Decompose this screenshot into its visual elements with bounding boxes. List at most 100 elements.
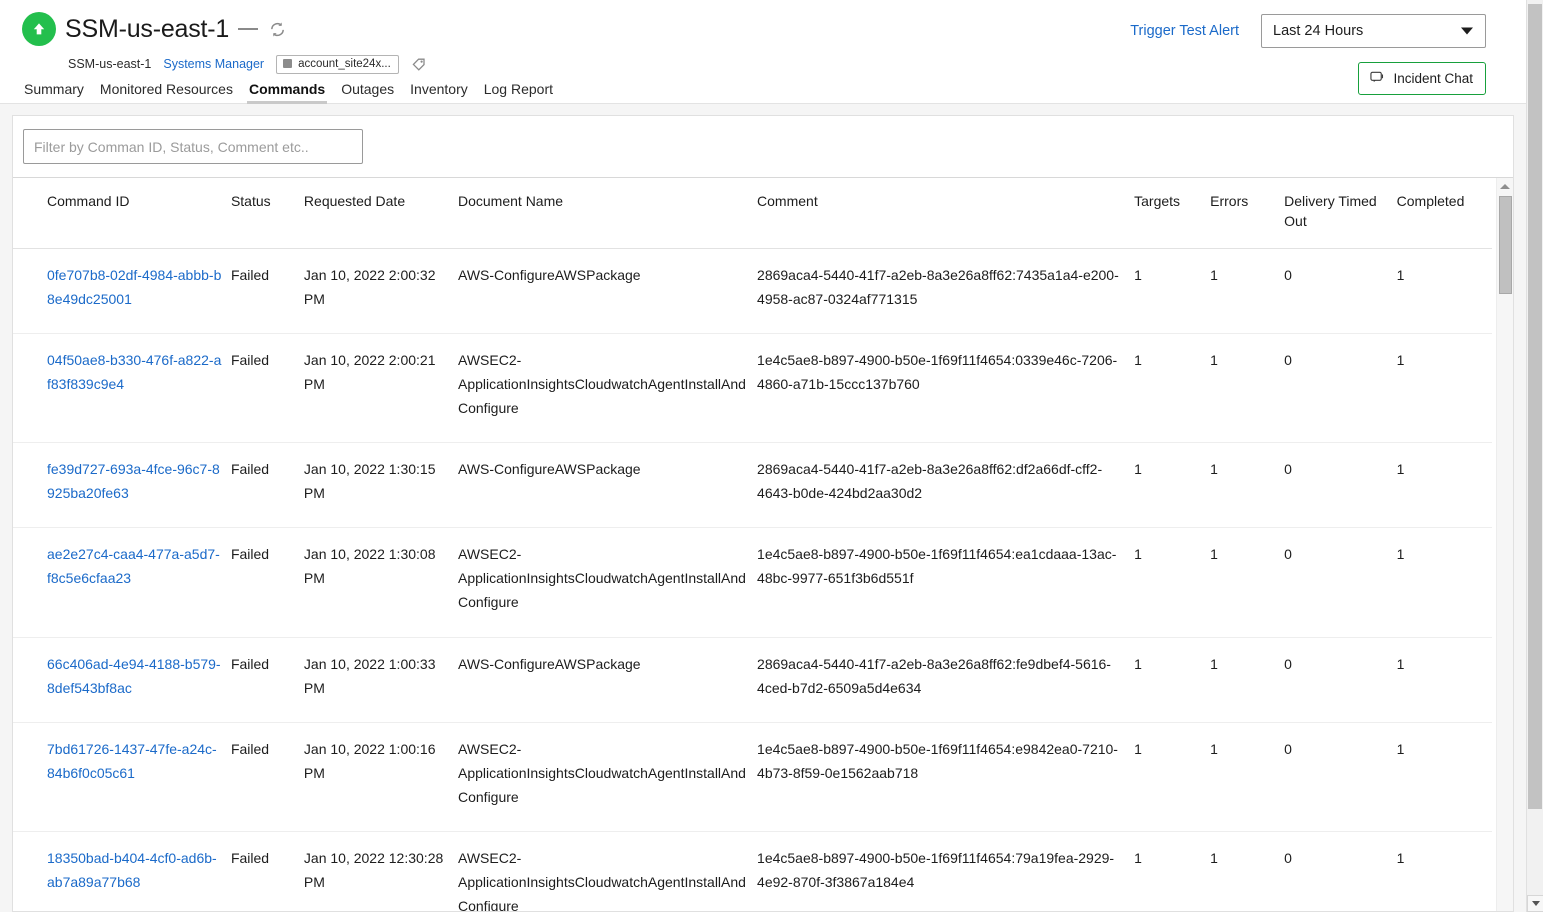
tab-outages[interactable]: Outages bbox=[333, 82, 402, 103]
hamburger-menu-icon[interactable] bbox=[238, 19, 258, 39]
filter-input[interactable] bbox=[23, 129, 363, 164]
command-id-link[interactable]: 0fe707b8-02df-4984-abbb-b8e49dc25001 bbox=[47, 267, 221, 307]
header-left-group: SSM-us-east-1 SSM-us-east-1 bbox=[22, 10, 427, 75]
browser-scrollbar[interactable] bbox=[1526, 0, 1543, 912]
column-header-document-name[interactable]: Document Name bbox=[458, 178, 757, 248]
cell-status: Failed bbox=[231, 722, 304, 831]
time-range-select[interactable]: Last 24 Hours bbox=[1261, 14, 1486, 48]
account-square-icon bbox=[283, 59, 292, 68]
cell-requested-date: Jan 10, 2022 1:00:16 PM bbox=[304, 722, 458, 831]
cell-requested-date: Jan 10, 2022 2:00:21 PM bbox=[304, 333, 458, 442]
breadcrumb: SSM-us-east-1 Systems Manager account_si… bbox=[22, 53, 427, 75]
tag-icon[interactable] bbox=[411, 56, 427, 72]
cell-document-name: AWS-ConfigureAWSPackage bbox=[458, 248, 757, 333]
command-id-link[interactable]: 7bd61726-1437-47fe-a24c-84b6f0c05c61 bbox=[47, 741, 217, 781]
cell-document-name: AWSEC2-ApplicationInsightsCloudwatchAgen… bbox=[458, 722, 757, 831]
incident-chat-button[interactable]: Incident Chat bbox=[1358, 62, 1486, 95]
cell-command-id: fe39d727-693a-4fce-96c7-8925ba20fe63 bbox=[13, 443, 231, 528]
cell-errors: 1 bbox=[1210, 722, 1284, 831]
cell-command-id: 7bd61726-1437-47fe-a24c-84b6f0c05c61 bbox=[13, 722, 231, 831]
page-title: SSM-us-east-1 bbox=[65, 15, 229, 44]
page-header: SSM-us-east-1 SSM-us-east-1 bbox=[0, 0, 1526, 104]
app-viewport: SSM-us-east-1 SSM-us-east-1 bbox=[0, 0, 1543, 912]
column-header-errors[interactable]: Errors bbox=[1210, 178, 1284, 248]
cell-command-id: 66c406ad-4e94-4188-b579-8def543bf8ac bbox=[13, 637, 231, 722]
chevron-down-icon bbox=[1461, 28, 1473, 35]
cell-status: Failed bbox=[231, 831, 304, 912]
cell-targets: 1 bbox=[1134, 831, 1210, 912]
command-id-link[interactable]: ae2e27c4-caa4-477a-a5d7-f8c5e6cfaa23 bbox=[47, 546, 220, 586]
column-header-requested-date[interactable]: Requested Date bbox=[304, 178, 458, 248]
account-chip-label: account_site24x... bbox=[298, 58, 391, 70]
command-id-link[interactable]: fe39d727-693a-4fce-96c7-8925ba20fe63 bbox=[47, 461, 220, 501]
tab-monitored-resources[interactable]: Monitored Resources bbox=[92, 82, 241, 103]
table-row[interactable]: 0fe707b8-02df-4984-abbb-b8e49dc25001Fail… bbox=[13, 248, 1492, 333]
table-row[interactable]: 18350bad-b404-4cf0-ad6b-ab7a89a77b68 Fail… bbox=[13, 831, 1492, 912]
tab-log-report[interactable]: Log Report bbox=[476, 82, 561, 103]
scroll-up-arrow-icon[interactable] bbox=[1497, 178, 1513, 194]
column-header-targets[interactable]: Targets bbox=[1134, 178, 1210, 248]
table-scrollbar[interactable] bbox=[1496, 178, 1513, 912]
cell-errors: 1 bbox=[1210, 443, 1284, 528]
column-header-delivery-timed-out[interactable]: Delivery Timed Out bbox=[1284, 178, 1397, 248]
command-id-link[interactable]: 18350bad-b404-4cf0-ad6b-ab7a89a77b68 bbox=[47, 850, 217, 890]
systems-manager-link[interactable]: Systems Manager bbox=[163, 57, 264, 71]
scroll-down-arrow-icon[interactable] bbox=[1527, 895, 1543, 912]
cell-delivery-timed-out: 0 bbox=[1284, 637, 1397, 722]
command-id-link[interactable]: 66c406ad-4e94-4188-b579-8def543bf8ac bbox=[47, 656, 221, 696]
cell-comment: 1e4c5ae8-b897-4900-b50e-1f69f11f4654:ea1… bbox=[757, 528, 1134, 637]
column-header-command-id[interactable]: Command ID bbox=[13, 178, 231, 248]
up-arrow-circle-icon bbox=[22, 12, 56, 46]
cell-comment: 1e4c5ae8-b897-4900-b50e-1f69f11f4654:033… bbox=[757, 333, 1134, 442]
table-row[interactable]: 66c406ad-4e94-4188-b579-8def543bf8acFail… bbox=[13, 637, 1492, 722]
cell-targets: 1 bbox=[1134, 333, 1210, 442]
cell-status: Failed bbox=[231, 333, 304, 442]
tab-inventory[interactable]: Inventory bbox=[402, 82, 476, 103]
cell-comment: 2869aca4-5440-41f7-a2eb-8a3e26a8ff62:fe9… bbox=[757, 637, 1134, 722]
tab-commands[interactable]: Commands bbox=[241, 82, 333, 103]
cell-status: Failed bbox=[231, 443, 304, 528]
title-row: SSM-us-east-1 bbox=[22, 10, 427, 48]
cell-command-id: 18350bad-b404-4cf0-ad6b-ab7a89a77b68 bbox=[13, 831, 231, 912]
cell-requested-date: Jan 10, 2022 1:30:08 PM bbox=[304, 528, 458, 637]
cell-comment: 2869aca4-5440-41f7-a2eb-8a3e26a8ff62:df2… bbox=[757, 443, 1134, 528]
cell-delivery-timed-out: 0 bbox=[1284, 831, 1397, 912]
table-row[interactable]: ae2e27c4-caa4-477a-a5d7-f8c5e6cfaa23Fail… bbox=[13, 528, 1492, 637]
table-scrollbar-thumb[interactable] bbox=[1499, 196, 1512, 294]
column-header-completed[interactable]: Completed bbox=[1397, 178, 1492, 248]
cell-targets: 1 bbox=[1134, 248, 1210, 333]
column-header-comment[interactable]: Comment bbox=[757, 178, 1134, 248]
browser-scrollbar-thumb[interactable] bbox=[1528, 4, 1542, 809]
filter-bar bbox=[13, 116, 1513, 178]
cell-completed: 1 bbox=[1397, 248, 1492, 333]
cell-document-name: AWS-ConfigureAWSPackage bbox=[458, 637, 757, 722]
cell-delivery-timed-out: 0 bbox=[1284, 248, 1397, 333]
cell-targets: 1 bbox=[1134, 722, 1210, 831]
refresh-icon[interactable] bbox=[267, 19, 287, 39]
command-id-link[interactable]: 04f50ae8-b330-476f-a822-af83f839c9e4 bbox=[47, 352, 221, 392]
table-row[interactable]: 7bd61726-1437-47fe-a24c-84b6f0c05c61 Fail… bbox=[13, 722, 1492, 831]
column-header-status[interactable]: Status bbox=[231, 178, 304, 248]
header-actions-row: Trigger Test Alert Last 24 Hours bbox=[1130, 14, 1486, 48]
time-range-value: Last 24 Hours bbox=[1273, 23, 1363, 39]
content-area: Command ID Status Requested Date Documen… bbox=[0, 104, 1526, 912]
chat-bubble-icon bbox=[1370, 70, 1385, 87]
cell-comment: 1e4c5ae8-b897-4900-b50e-1f69f11f4654:79a… bbox=[757, 831, 1134, 912]
cell-completed: 1 bbox=[1397, 831, 1492, 912]
tab-summary[interactable]: Summary bbox=[22, 82, 92, 103]
header-right-group: Trigger Test Alert Last 24 Hours bbox=[1130, 14, 1486, 95]
cell-comment: 2869aca4-5440-41f7-a2eb-8a3e26a8ff62:743… bbox=[757, 248, 1134, 333]
cell-delivery-timed-out: 0 bbox=[1284, 333, 1397, 442]
cell-requested-date: Jan 10, 2022 1:00:33 PM bbox=[304, 637, 458, 722]
cell-completed: 1 bbox=[1397, 443, 1492, 528]
cell-delivery-timed-out: 0 bbox=[1284, 528, 1397, 637]
table-row[interactable]: 04f50ae8-b330-476f-a822-af83f839c9e4Fail… bbox=[13, 333, 1492, 442]
trigger-test-alert-link[interactable]: Trigger Test Alert bbox=[1130, 23, 1239, 39]
cell-status: Failed bbox=[231, 248, 304, 333]
incident-chat-label: Incident Chat bbox=[1393, 71, 1473, 86]
table-row[interactable]: fe39d727-693a-4fce-96c7-8925ba20fe63 Fail… bbox=[13, 443, 1492, 528]
page-root: SSM-us-east-1 SSM-us-east-1 bbox=[0, 0, 1526, 912]
cell-requested-date: Jan 10, 2022 2:00:32 PM bbox=[304, 248, 458, 333]
commands-table-scroll-region: Command ID Status Requested Date Documen… bbox=[13, 178, 1513, 912]
account-chip[interactable]: account_site24x... bbox=[276, 55, 399, 74]
